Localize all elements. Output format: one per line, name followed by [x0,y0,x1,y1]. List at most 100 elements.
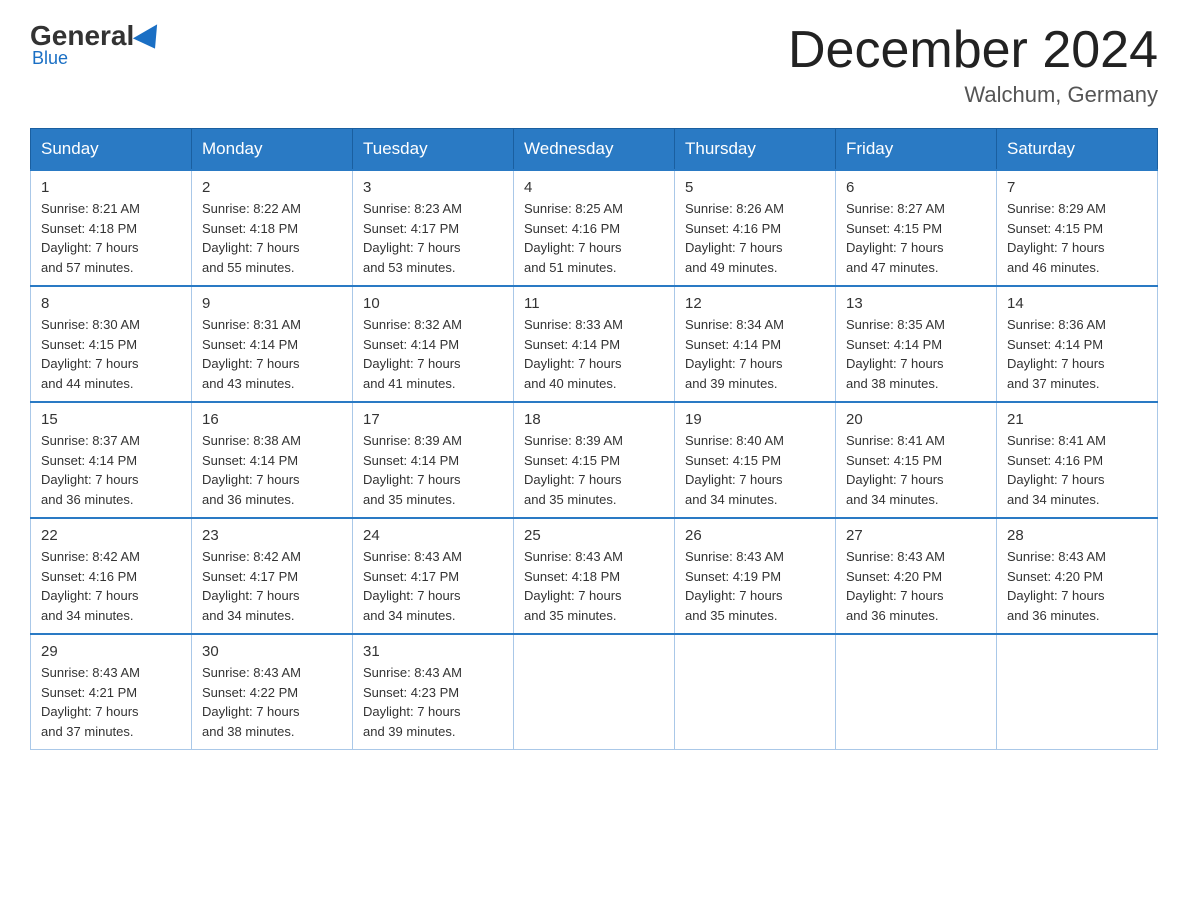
day-number: 7 [1007,179,1147,196]
day-info: Sunrise: 8:29 AM Sunset: 4:15 PM Dayligh… [1007,199,1147,277]
day-number: 8 [41,295,181,312]
page-header: General Blue December 2024 Walchum, Germ… [30,20,1158,108]
calendar-week-row: 15 Sunrise: 8:37 AM Sunset: 4:14 PM Dayl… [31,402,1158,518]
header-monday: Monday [192,129,353,171]
day-info: Sunrise: 8:25 AM Sunset: 4:16 PM Dayligh… [524,199,664,277]
day-info: Sunrise: 8:42 AM Sunset: 4:17 PM Dayligh… [202,547,342,625]
calendar-cell [514,634,675,750]
month-title: December 2024 [788,20,1158,80]
calendar-cell: 12 Sunrise: 8:34 AM Sunset: 4:14 PM Dayl… [675,286,836,402]
day-number: 15 [41,411,181,428]
day-number: 27 [846,527,986,544]
calendar-cell: 7 Sunrise: 8:29 AM Sunset: 4:15 PM Dayli… [997,170,1158,286]
header-sunday: Sunday [31,129,192,171]
calendar-cell: 27 Sunrise: 8:43 AM Sunset: 4:20 PM Dayl… [836,518,997,634]
day-info: Sunrise: 8:35 AM Sunset: 4:14 PM Dayligh… [846,315,986,393]
calendar-header-row: SundayMondayTuesdayWednesdayThursdayFrid… [31,129,1158,171]
day-info: Sunrise: 8:34 AM Sunset: 4:14 PM Dayligh… [685,315,825,393]
day-number: 20 [846,411,986,428]
day-info: Sunrise: 8:31 AM Sunset: 4:14 PM Dayligh… [202,315,342,393]
day-number: 2 [202,179,342,196]
day-number: 24 [363,527,503,544]
calendar-cell: 29 Sunrise: 8:43 AM Sunset: 4:21 PM Dayl… [31,634,192,750]
calendar-cell: 1 Sunrise: 8:21 AM Sunset: 4:18 PM Dayli… [31,170,192,286]
day-info: Sunrise: 8:39 AM Sunset: 4:15 PM Dayligh… [524,431,664,509]
day-number: 25 [524,527,664,544]
day-number: 11 [524,295,664,312]
day-info: Sunrise: 8:43 AM Sunset: 4:17 PM Dayligh… [363,547,503,625]
day-info: Sunrise: 8:42 AM Sunset: 4:16 PM Dayligh… [41,547,181,625]
day-number: 22 [41,527,181,544]
day-info: Sunrise: 8:41 AM Sunset: 4:15 PM Dayligh… [846,431,986,509]
day-number: 17 [363,411,503,428]
day-number: 13 [846,295,986,312]
day-info: Sunrise: 8:43 AM Sunset: 4:20 PM Dayligh… [846,547,986,625]
day-number: 29 [41,643,181,660]
day-number: 6 [846,179,986,196]
day-info: Sunrise: 8:38 AM Sunset: 4:14 PM Dayligh… [202,431,342,509]
day-info: Sunrise: 8:43 AM Sunset: 4:21 PM Dayligh… [41,663,181,741]
calendar-cell: 24 Sunrise: 8:43 AM Sunset: 4:17 PM Dayl… [353,518,514,634]
calendar-cell [836,634,997,750]
day-number: 28 [1007,527,1147,544]
calendar-cell: 14 Sunrise: 8:36 AM Sunset: 4:14 PM Dayl… [997,286,1158,402]
calendar-cell: 18 Sunrise: 8:39 AM Sunset: 4:15 PM Dayl… [514,402,675,518]
day-number: 5 [685,179,825,196]
day-number: 9 [202,295,342,312]
header-thursday: Thursday [675,129,836,171]
calendar-cell: 28 Sunrise: 8:43 AM Sunset: 4:20 PM Dayl… [997,518,1158,634]
calendar-week-row: 29 Sunrise: 8:43 AM Sunset: 4:21 PM Dayl… [31,634,1158,750]
calendar-cell: 30 Sunrise: 8:43 AM Sunset: 4:22 PM Dayl… [192,634,353,750]
calendar-week-row: 22 Sunrise: 8:42 AM Sunset: 4:16 PM Dayl… [31,518,1158,634]
day-number: 31 [363,643,503,660]
day-number: 1 [41,179,181,196]
calendar-cell [997,634,1158,750]
day-number: 30 [202,643,342,660]
calendar-cell: 8 Sunrise: 8:30 AM Sunset: 4:15 PM Dayli… [31,286,192,402]
day-number: 19 [685,411,825,428]
day-info: Sunrise: 8:30 AM Sunset: 4:15 PM Dayligh… [41,315,181,393]
calendar-cell: 22 Sunrise: 8:42 AM Sunset: 4:16 PM Dayl… [31,518,192,634]
day-info: Sunrise: 8:37 AM Sunset: 4:14 PM Dayligh… [41,431,181,509]
header-wednesday: Wednesday [514,129,675,171]
calendar-cell: 9 Sunrise: 8:31 AM Sunset: 4:14 PM Dayli… [192,286,353,402]
day-info: Sunrise: 8:32 AM Sunset: 4:14 PM Dayligh… [363,315,503,393]
calendar-cell: 26 Sunrise: 8:43 AM Sunset: 4:19 PM Dayl… [675,518,836,634]
calendar-cell: 4 Sunrise: 8:25 AM Sunset: 4:16 PM Dayli… [514,170,675,286]
calendar-cell: 6 Sunrise: 8:27 AM Sunset: 4:15 PM Dayli… [836,170,997,286]
calendar-cell: 15 Sunrise: 8:37 AM Sunset: 4:14 PM Dayl… [31,402,192,518]
calendar-cell: 20 Sunrise: 8:41 AM Sunset: 4:15 PM Dayl… [836,402,997,518]
logo-subtitle: Blue [32,48,68,69]
day-info: Sunrise: 8:22 AM Sunset: 4:18 PM Dayligh… [202,199,342,277]
day-info: Sunrise: 8:36 AM Sunset: 4:14 PM Dayligh… [1007,315,1147,393]
calendar-cell: 10 Sunrise: 8:32 AM Sunset: 4:14 PM Dayl… [353,286,514,402]
day-number: 3 [363,179,503,196]
day-number: 14 [1007,295,1147,312]
calendar-cell: 21 Sunrise: 8:41 AM Sunset: 4:16 PM Dayl… [997,402,1158,518]
day-info: Sunrise: 8:21 AM Sunset: 4:18 PM Dayligh… [41,199,181,277]
logo-arrow-icon [133,24,167,55]
day-info: Sunrise: 8:43 AM Sunset: 4:23 PM Dayligh… [363,663,503,741]
day-number: 26 [685,527,825,544]
header-friday: Friday [836,129,997,171]
calendar-cell: 19 Sunrise: 8:40 AM Sunset: 4:15 PM Dayl… [675,402,836,518]
header-tuesday: Tuesday [353,129,514,171]
title-area: December 2024 Walchum, Germany [788,20,1158,108]
calendar-cell: 13 Sunrise: 8:35 AM Sunset: 4:14 PM Dayl… [836,286,997,402]
header-saturday: Saturday [997,129,1158,171]
day-info: Sunrise: 8:43 AM Sunset: 4:20 PM Dayligh… [1007,547,1147,625]
day-info: Sunrise: 8:39 AM Sunset: 4:14 PM Dayligh… [363,431,503,509]
day-number: 23 [202,527,342,544]
logo: General Blue [30,20,166,69]
calendar-cell: 17 Sunrise: 8:39 AM Sunset: 4:14 PM Dayl… [353,402,514,518]
day-number: 12 [685,295,825,312]
calendar-cell: 16 Sunrise: 8:38 AM Sunset: 4:14 PM Dayl… [192,402,353,518]
day-info: Sunrise: 8:43 AM Sunset: 4:19 PM Dayligh… [685,547,825,625]
day-info: Sunrise: 8:27 AM Sunset: 4:15 PM Dayligh… [846,199,986,277]
day-info: Sunrise: 8:33 AM Sunset: 4:14 PM Dayligh… [524,315,664,393]
calendar-table: SundayMondayTuesdayWednesdayThursdayFrid… [30,128,1158,750]
calendar-week-row: 1 Sunrise: 8:21 AM Sunset: 4:18 PM Dayli… [31,170,1158,286]
calendar-cell: 23 Sunrise: 8:42 AM Sunset: 4:17 PM Dayl… [192,518,353,634]
day-number: 10 [363,295,503,312]
calendar-cell: 31 Sunrise: 8:43 AM Sunset: 4:23 PM Dayl… [353,634,514,750]
